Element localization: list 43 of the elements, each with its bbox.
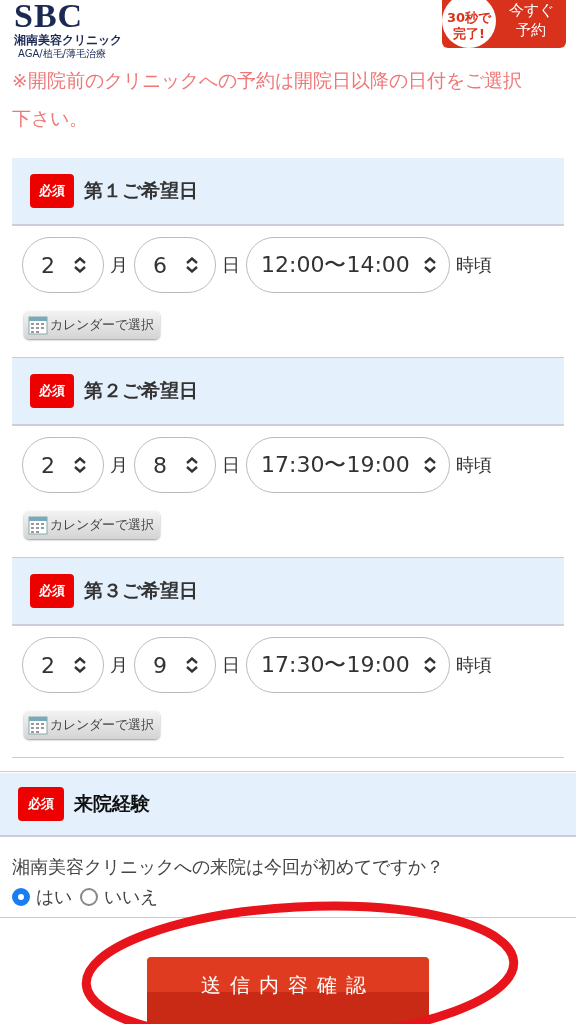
reserve-text: 今すぐ 予約 <box>507 0 555 41</box>
section-title: 第２ご希望日 <box>84 378 198 403</box>
chevron-icon <box>73 657 87 673</box>
chevron-icon <box>73 257 87 273</box>
time-label: 時頃 <box>456 253 492 277</box>
chevron-icon <box>423 657 437 673</box>
submit-button[interactable]: 送信内容確認 <box>147 957 429 1024</box>
time-label: 時頃 <box>456 453 492 477</box>
logo-text: SBC <box>14 0 84 32</box>
day-label: 日 <box>222 653 240 677</box>
chevron-icon <box>185 457 199 473</box>
chevron-icon <box>423 457 437 473</box>
question-text: 湘南美容クリニックへの来院は今回が初めてですか？ <box>11 856 445 879</box>
chevron-icon <box>185 257 199 273</box>
calendar-icon <box>28 515 48 535</box>
section-title: 第３ご希望日 <box>84 578 198 603</box>
chevron-icon <box>73 457 87 473</box>
radio-option[interactable]: いいえ <box>80 885 158 909</box>
section-title: 来院経験 <box>74 791 150 816</box>
calendar-button[interactable]: カレンダーで選択 <box>24 311 160 339</box>
badge-text: 30秒で 完了! <box>442 0 496 48</box>
calendar-button[interactable]: カレンダーで選択 <box>24 511 160 539</box>
calendar-button[interactable]: カレンダーで選択 <box>24 711 160 739</box>
tagline: AGA/植毛/薄毛治療 <box>17 48 106 60</box>
month-label: 月 <box>110 253 128 277</box>
required-badge: 必須 <box>30 174 74 208</box>
radio-option[interactable]: はい <box>12 885 72 909</box>
chevron-icon <box>423 257 437 273</box>
reserve-button[interactable]: 30秒で 完了! 今すぐ 予約 <box>442 0 566 48</box>
month-label: 月 <box>110 453 128 477</box>
required-badge: 必須 <box>30 574 74 608</box>
day-label: 日 <box>222 453 240 477</box>
time-label: 時頃 <box>456 653 492 677</box>
month-label: 月 <box>110 653 128 677</box>
section-title: 第１ご希望日 <box>84 178 198 203</box>
calendar-icon <box>28 315 48 335</box>
notice-text: ※開院前のクリニックへの予約は開院日以降の日付をご選択下さい。 <box>11 69 523 131</box>
required-badge: 必須 <box>30 374 74 408</box>
required-badge: 必須 <box>18 787 64 821</box>
day-label: 日 <box>222 253 240 277</box>
chevron-icon <box>185 657 199 673</box>
calendar-icon <box>28 715 48 735</box>
clinic-name: 湘南美容クリニック <box>14 32 122 48</box>
